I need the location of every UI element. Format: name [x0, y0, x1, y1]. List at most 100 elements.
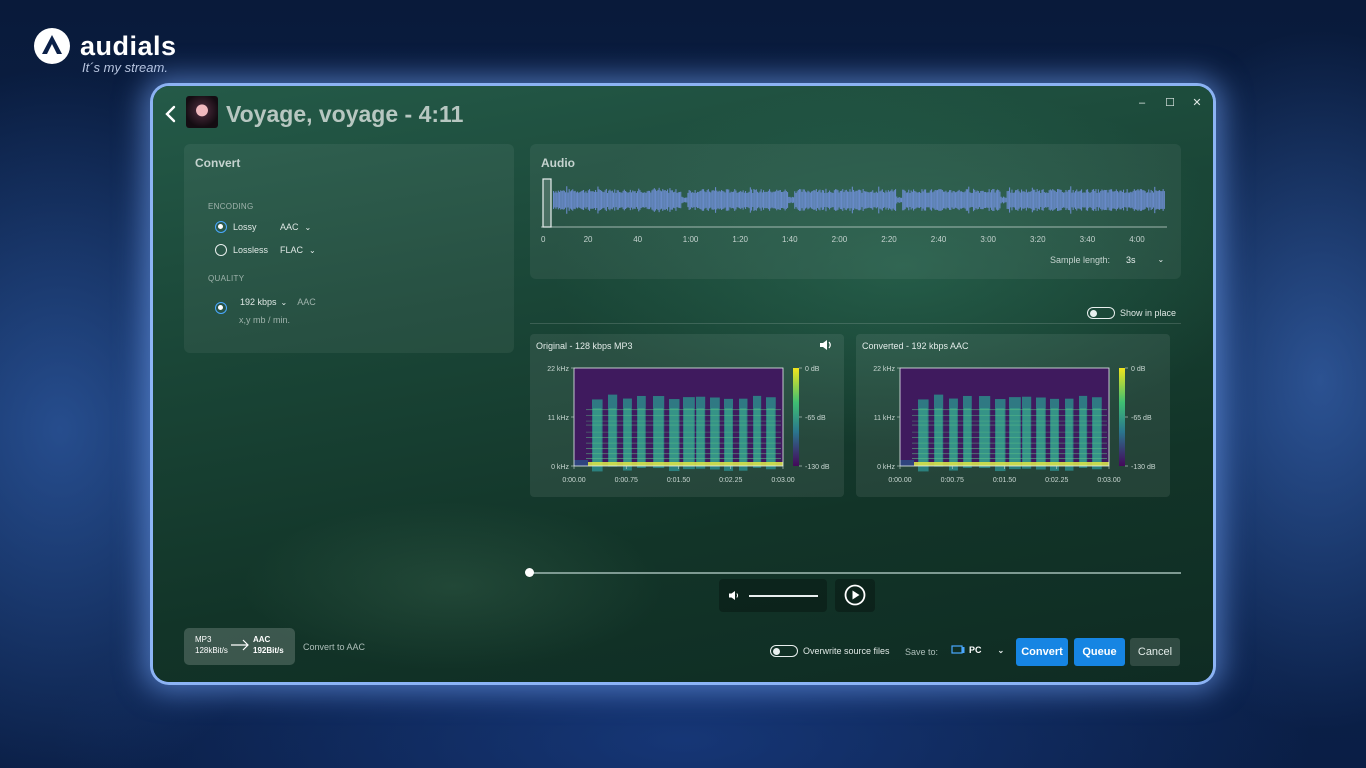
x-tick-label: 0:00.00	[888, 477, 911, 484]
convert-panel-title: Convert	[195, 156, 241, 170]
waveform-selection-handle[interactable]	[542, 178, 552, 228]
chevron-down-icon: ⌄	[304, 222, 312, 232]
pc-icon	[951, 645, 965, 654]
timeline-tick-label: 2:40	[930, 235, 947, 244]
maximize-icon[interactable]: ☐	[1163, 96, 1177, 110]
timeline-tick-label: 3:20	[1030, 235, 1046, 244]
y-tick-label: 22 kHz	[873, 366, 895, 373]
lossy-option[interactable]: Lossy AAC ⌄	[215, 221, 311, 233]
quality-option[interactable]	[215, 302, 233, 314]
show-in-place-toggle[interactable]: Show in place	[1087, 307, 1176, 319]
bitrate-value: 192 kbps	[240, 297, 277, 307]
timeline-tick-label: 1:00	[682, 235, 699, 244]
title-bar: Voyage, voyage - 4:11 – ☐ ✕	[153, 86, 1213, 142]
audials-logo: audials It´s my stream.	[32, 26, 177, 75]
waveform-bars	[553, 186, 1165, 214]
original-spectrogram: 22 kHz 11 kHz 0 kHz 0:00.00 0:00.75 0:01.50 0:…	[547, 366, 830, 484]
convert-to-label: Convert to AAC	[303, 642, 366, 652]
sample-length-dropdown[interactable]: 3s ⌄	[1126, 255, 1164, 265]
volume-slider[interactable]	[749, 595, 818, 597]
y-tick-label: 0 kHz	[877, 464, 895, 471]
db-tick-label: -65 dB	[1131, 415, 1152, 422]
x-tick-label: 0:00.00	[562, 477, 585, 484]
lossless-label: Lossless	[233, 245, 269, 255]
size-estimate: x,y mb / min.	[239, 315, 291, 325]
x-tick-label: 0:01.50	[993, 477, 1016, 484]
db-tick-label: 0 dB	[805, 366, 820, 373]
convert-panel: Convert ENCODING Lossy AAC ⌄ Lossless FL…	[184, 144, 514, 353]
timeline-tick-label: 1:40	[782, 235, 798, 244]
seek-knob[interactable]	[525, 568, 534, 577]
bitrate-dropdown[interactable]: 192 kbps ⌄ AAC	[240, 297, 316, 307]
audials-logo-icon	[34, 28, 70, 64]
db-tick-label: 0 dB	[1131, 366, 1146, 373]
converted-spectrogram-title: Converted - 192 kbps AAC	[862, 341, 969, 351]
audio-panel-title: Audio	[541, 156, 575, 170]
album-cover-thumbnail	[186, 96, 218, 128]
converted-spectrogram-card: Converted - 192 kbps AAC 22 kHz 11 kHz 0 k…	[856, 334, 1170, 497]
save-to-value: PC	[969, 645, 982, 655]
encoding-label: ENCODING	[208, 202, 254, 211]
chevron-down-icon: ⌄	[1157, 255, 1165, 264]
show-in-place-label: Show in place	[1120, 308, 1177, 318]
seek-bar[interactable]	[529, 572, 1181, 574]
audio-panel: Audio 0 20 40 1:00 1:20 1:40 2:00 2:20 2:40 3:00 3…	[530, 144, 1181, 279]
lossy-format-dropdown[interactable]: AAC ⌄	[280, 222, 311, 232]
db-tick-label: -130 dB	[805, 464, 830, 471]
format-conversion-badge: MP3 128kBit/s AAC 192Bit/s	[184, 628, 295, 665]
song-title: Voyage, voyage - 4:11	[226, 101, 464, 127]
play-icon[interactable]	[844, 584, 866, 606]
volume-icon[interactable]	[728, 590, 740, 601]
save-to-label: Save to:	[905, 647, 939, 657]
x-tick-label: 0:03.00	[1097, 477, 1120, 484]
lossless-radio[interactable]	[215, 244, 227, 256]
queue-button[interactable]: Queue	[1074, 638, 1125, 666]
chevron-down-icon: ⌄	[280, 297, 288, 307]
cancel-button[interactable]: Cancel	[1130, 638, 1180, 666]
db-tick-label: -130 dB	[1131, 464, 1156, 471]
overwrite-label: Overwrite source files	[803, 646, 890, 656]
quality-label: QUALITY	[208, 274, 245, 283]
arrow-right-icon	[231, 639, 249, 651]
x-tick-label: 0:02.25	[1045, 477, 1068, 484]
overwrite-switch[interactable]	[770, 645, 798, 657]
y-tick-label: 11 kHz	[874, 415, 896, 422]
back-arrow-icon[interactable]	[161, 103, 183, 125]
target-format: AAC	[253, 635, 271, 644]
lossy-format-value: AAC	[280, 222, 299, 232]
timeline-tick-label: 2:00	[831, 235, 848, 244]
sample-length-value: 3s	[1126, 255, 1136, 265]
timeline-tick-label: 3:40	[1079, 235, 1096, 244]
x-tick-label: 0:00.75	[941, 477, 964, 484]
brand-name: audials	[80, 30, 177, 61]
minimize-icon[interactable]: –	[1135, 96, 1149, 110]
original-spectrogram-title: Original - 128 kbps MP3	[536, 341, 633, 351]
timeline-tick-label: 2:20	[881, 235, 897, 244]
x-tick-label: 0:02.25	[719, 477, 742, 484]
convert-button[interactable]: Convert	[1016, 638, 1068, 666]
speaker-icon[interactable]	[819, 339, 833, 351]
lossless-format-dropdown[interactable]: FLAC ⌄	[280, 245, 316, 255]
sample-length-label: Sample length:	[1050, 255, 1111, 265]
brand-tagline: It´s my stream.	[82, 60, 168, 75]
source-format: MP3	[195, 635, 212, 644]
lossless-option[interactable]: Lossless FLAC ⌄	[215, 244, 316, 256]
play-control	[835, 579, 875, 612]
y-tick-label: 11 kHz	[548, 415, 570, 422]
timeline-tick-label: 3:00	[980, 235, 996, 244]
x-tick-label: 0:00.75	[615, 477, 638, 484]
y-tick-label: 0 kHz	[551, 464, 569, 471]
chevron-down-icon: ⌄	[309, 245, 316, 255]
save-to-dropdown[interactable]: PC ⌄	[951, 645, 1004, 655]
overwrite-toggle[interactable]: Overwrite source files	[770, 645, 890, 657]
lossy-radio[interactable]	[215, 221, 227, 233]
show-in-place-switch[interactable]	[1087, 307, 1115, 319]
close-icon[interactable]: ✕	[1190, 96, 1204, 110]
divider	[530, 323, 1181, 324]
y-tick-label: 22 kHz	[547, 366, 569, 373]
timeline-tick-label: 20	[583, 235, 593, 244]
bitrate-codec: AAC	[297, 297, 316, 307]
quality-radio[interactable]	[215, 302, 227, 314]
timeline-tick-label: 4:00	[1129, 235, 1145, 244]
converter-window: Voyage, voyage - 4:11 – ☐ ✕ Convert ENCO…	[153, 86, 1213, 682]
